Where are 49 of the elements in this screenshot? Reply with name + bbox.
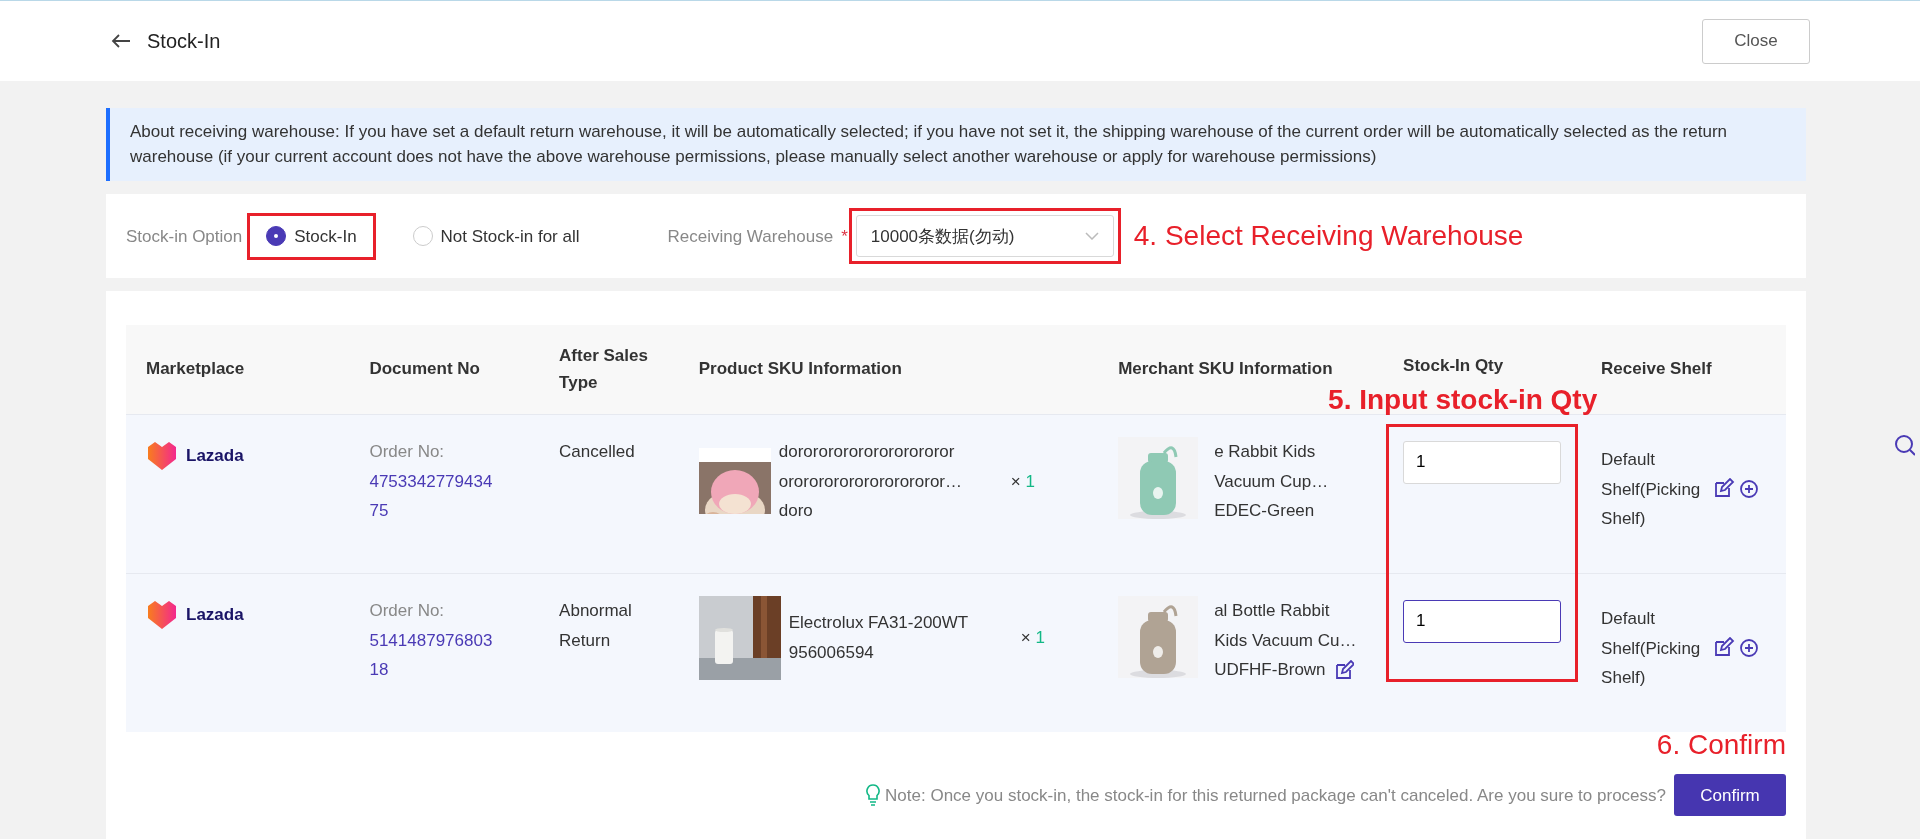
shelf-name: Default Shelf(Picking Shelf) [1601, 607, 1702, 690]
quantity-input[interactable]: 1 [1403, 440, 1562, 484]
page-title: Stock-In [147, 29, 221, 54]
order-number-link[interactable]: 475334277943475 [369, 466, 500, 527]
radio-option[interactable]: Not Stock-in for all [396, 215, 596, 258]
radio-option[interactable]: Stock-In [250, 215, 373, 258]
close-button[interactable]: Close [1702, 18, 1810, 64]
quantity-input[interactable]: 1 [1403, 599, 1562, 643]
merchant-product-name: e Rabbit Kids Vacuum Cup… [1214, 440, 1330, 493]
order-label: Order No: [369, 440, 446, 463]
column-header: Marketplace [126, 325, 350, 415]
edit-icon[interactable] [1333, 660, 1354, 681]
after-sales-type: Abnormal Return [559, 599, 633, 652]
product-name: ororororororororororor… [778, 470, 963, 493]
caret-icon [1084, 232, 1099, 241]
product-name: dororororororororororor [778, 440, 956, 463]
info-notice: About receiving warehouse: If you have set a default return warehouse, it will be automatically selected; if you have not set it, the shipping warehouse of the current order will be automatically selected as the return warehouse (if your current account does not have the above warehouse permissions, please manually select another warehouse or apply for warehouse permissions) [106, 108, 1806, 182]
lightbulb-icon [865, 784, 882, 807]
merchant-sku: UDFHF-Brown [1214, 659, 1326, 682]
column-header: Document No [349, 325, 540, 415]
column-header: After Sales Type [539, 325, 679, 415]
product-variant: 956006594 [788, 641, 875, 664]
order-number-link[interactable]: 514148797680318 [369, 625, 500, 686]
shelf-name: Default Shelf(Picking Shelf) [1601, 448, 1702, 531]
product-variant: doro [778, 500, 814, 523]
merchant-product-name: al Bottle Rabbit Kids Vacuum Cu… [1214, 599, 1358, 652]
product-quantity: × 1 [1020, 626, 1045, 649]
order-label: Order No: [369, 599, 446, 622]
product-quantity: × 1 [1010, 470, 1035, 493]
back-arrow-icon[interactable] [111, 33, 131, 49]
confirm-button[interactable]: Confirm [1674, 774, 1786, 817]
marketplace-name: Lazada [186, 603, 244, 626]
callout-text: 6. Confirm [1656, 728, 1786, 763]
required-mark: * [841, 225, 848, 248]
callout-text: 4. Select Receiving Warehouse [1133, 219, 1524, 254]
column-header: Product SKU Information [678, 325, 1099, 415]
callout-text: 5. Input stock-in Qty [1328, 383, 1598, 418]
marketplace-name: Lazada [186, 444, 244, 467]
product-name: Electrolux FA31-200WT [788, 612, 970, 635]
option-label: Stock-in Option [126, 225, 243, 248]
add-icon[interactable] [1739, 479, 1760, 500]
heart-logo-icon [146, 440, 178, 471]
warehouse-select[interactable]: 10000条数据(勿动) [855, 215, 1114, 258]
confirmation-note: Note: Once you stock-in, the stock-in for this returned package can't canceled. Are you sure to process? [885, 784, 1666, 807]
warehouse-label: Receiving Warehouse [667, 225, 834, 248]
after-sales-type: Cancelled [559, 440, 636, 463]
merchant-sku: EDEC-Green [1214, 500, 1315, 523]
add-icon[interactable] [1739, 638, 1760, 659]
heart-logo-icon [146, 599, 178, 630]
